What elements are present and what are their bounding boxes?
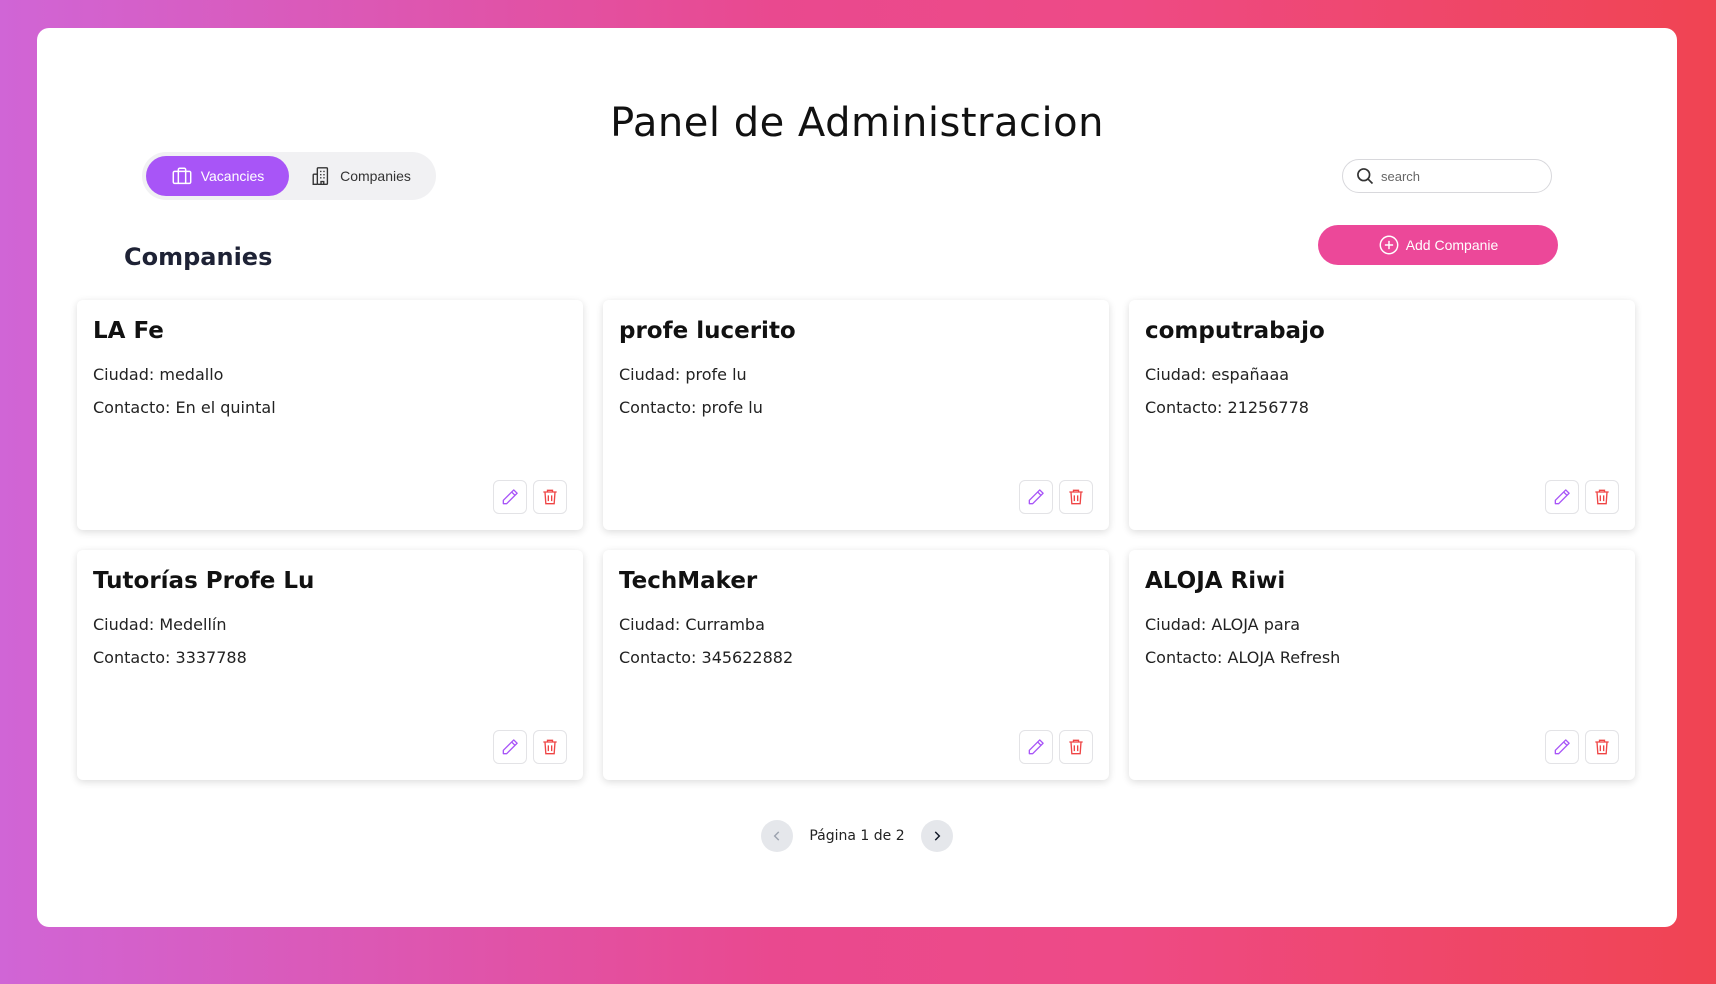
company-contact: Contacto: 3337788 <box>93 648 247 667</box>
company-card: LA Fe Ciudad: medallo Contacto: En el qu… <box>77 300 583 530</box>
pencil-icon <box>502 739 518 755</box>
company-city: Ciudad: españaaa <box>1145 365 1290 384</box>
pencil-icon <box>1028 489 1044 505</box>
card-actions <box>1545 480 1619 514</box>
pagination: Página 1 de 2 <box>37 820 1677 852</box>
card-actions <box>1019 730 1093 764</box>
section-title: Companies <box>124 243 273 271</box>
company-name: computrabajo <box>1145 318 1325 344</box>
company-city: Ciudad: Medellín <box>93 615 227 634</box>
company-city: Ciudad: ALOJA para <box>1145 615 1301 634</box>
delete-button[interactable] <box>533 480 567 514</box>
admin-panel: Panel de Administracion Vacancies Compan… <box>37 28 1677 927</box>
edit-button[interactable] <box>1545 730 1579 764</box>
trash-icon <box>1595 739 1609 755</box>
delete-button[interactable] <box>533 730 567 764</box>
delete-button[interactable] <box>1585 480 1619 514</box>
edit-button[interactable] <box>1019 480 1053 514</box>
company-city: Ciudad: medallo <box>93 365 224 384</box>
pencil-icon <box>1028 739 1044 755</box>
company-card: TechMaker Ciudad: Curramba Contacto: 345… <box>603 550 1109 780</box>
company-name: Tutorías Profe Lu <box>93 568 315 594</box>
company-grid: LA Fe Ciudad: medallo Contacto: En el qu… <box>77 300 1636 780</box>
delete-button[interactable] <box>1059 480 1093 514</box>
search-input[interactable] <box>1381 168 1541 184</box>
company-contact: Contacto: profe lu <box>619 398 763 417</box>
company-city: Ciudad: Curramba <box>619 615 765 634</box>
company-card: profe lucerito Ciudad: profe lu Contacto… <box>603 300 1109 530</box>
pencil-icon <box>1554 489 1570 505</box>
next-page-button[interactable] <box>920 820 953 852</box>
delete-button[interactable] <box>1585 730 1619 764</box>
page-title: Panel de Administracion <box>610 100 1104 146</box>
building-icon <box>312 167 329 185</box>
chevron-left-icon <box>773 831 780 841</box>
company-city: Ciudad: profe lu <box>619 365 747 384</box>
trash-icon <box>543 489 557 505</box>
plus-circle-icon <box>1379 235 1399 255</box>
tab-companies-label: Companies <box>340 168 411 184</box>
search-icon <box>1357 168 1374 185</box>
company-name: profe lucerito <box>619 318 796 344</box>
edit-button[interactable] <box>493 480 527 514</box>
company-name: ALOJA Riwi <box>1145 568 1286 594</box>
delete-button[interactable] <box>1059 730 1093 764</box>
card-actions <box>493 480 567 514</box>
edit-button[interactable] <box>1545 480 1579 514</box>
trash-icon <box>1069 739 1083 755</box>
tab-bar: Vacancies Companies <box>142 152 436 200</box>
add-company-button[interactable]: Add Companie <box>1318 225 1558 265</box>
briefcase-icon <box>172 167 192 185</box>
tab-vacancies-label: Vacancies <box>200 168 265 184</box>
edit-button[interactable] <box>493 730 527 764</box>
search-box <box>1342 159 1552 193</box>
company-contact: Contacto: En el quintal <box>93 398 276 417</box>
page-indicator: Página 1 de 2 <box>809 828 905 844</box>
tab-vacancies[interactable]: Vacancies <box>146 156 289 196</box>
tab-companies[interactable]: Companies <box>289 156 432 196</box>
add-company-label: Add Companie <box>1405 237 1499 253</box>
pencil-icon <box>1554 739 1570 755</box>
trash-icon <box>1595 489 1609 505</box>
edit-button[interactable] <box>1019 730 1053 764</box>
prev-page-button[interactable] <box>761 820 794 852</box>
company-name: TechMaker <box>619 568 758 594</box>
company-contact: Contacto: 345622882 <box>619 648 794 667</box>
card-actions <box>493 730 567 764</box>
company-card: ALOJA Riwi Ciudad: ALOJA para Contacto: … <box>1129 550 1635 780</box>
pencil-icon <box>502 489 518 505</box>
trash-icon <box>1069 489 1083 505</box>
company-card: Tutorías Profe Lu Ciudad: Medellín Conta… <box>77 550 583 780</box>
chevron-right-icon <box>934 831 941 841</box>
company-card: computrabajo Ciudad: españaaa Contacto: … <box>1129 300 1635 530</box>
company-name: LA Fe <box>93 318 164 344</box>
company-contact: Contacto: 21256778 <box>1145 398 1309 417</box>
trash-icon <box>543 739 557 755</box>
card-actions <box>1545 730 1619 764</box>
card-actions <box>1019 480 1093 514</box>
company-contact: Contacto: ALOJA Refresh <box>1145 648 1341 667</box>
